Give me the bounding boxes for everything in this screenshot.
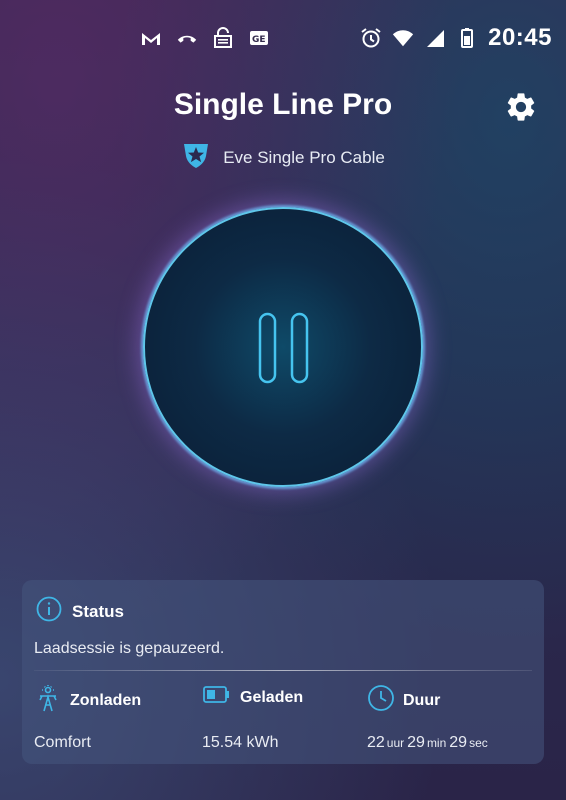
solar-charging-section: Zonladen Comfort [34,684,142,751]
clock: 20:45 [488,24,552,51]
duration-hours-unit: uur [386,736,405,750]
divider [34,670,532,671]
duration-minutes-unit: min [426,736,447,750]
wifi-icon [392,27,414,49]
charged-label: Geladen [240,688,304,706]
charged-value: 15.54 kWh [202,734,279,751]
missed-call-icon [176,27,198,49]
gmail-icon [140,27,162,49]
pause-charging-button[interactable] [143,207,423,487]
settings-gear-icon[interactable] [504,90,538,124]
duration-section: Duur 22 uur 29 min 29 sec [367,684,488,751]
solar-value: Comfort [34,734,91,751]
status-card: Status Laadsessie is gepauzeerd. Zonlade… [22,580,544,764]
device-selector[interactable]: Eve Single Pro Cable [0,140,566,175]
status-title: Status [72,601,124,621]
battery-icon [456,27,478,49]
vpn-lock-icon [212,27,234,49]
page-title: Single Line Pro [173,88,393,121]
charged-section: Geladen 15.54 kWh [202,684,304,751]
shield-star-icon [181,140,211,175]
info-icon [36,596,62,627]
system-icons: 20:45 [360,24,552,52]
signal-icon [424,27,446,49]
duration-hours: 22 [367,734,385,751]
status-bar: GE 20:45 [0,0,566,76]
duration-value: 22 uur 29 min 29 sec [367,734,491,752]
svg-text:GE: GE [252,35,266,45]
duration-minutes: 29 [407,734,425,751]
alarm-icon [360,27,382,49]
duration-seconds-unit: sec [469,736,488,750]
solar-label: Zonladen [70,691,142,709]
news-icon: GE [248,27,270,49]
solar-tower-icon [34,684,62,717]
status-message: Laadsessie is gepauzeerd. [34,640,225,657]
status-header: Status [36,596,124,627]
notification-icons: GE [140,27,270,49]
clock-icon [367,684,395,717]
duration-seconds: 29 [449,734,468,751]
battery-charge-icon [202,684,232,711]
pause-icon [258,312,309,384]
duration-label: Duur [403,691,441,709]
device-name: Eve Single Pro Cable [223,147,385,167]
